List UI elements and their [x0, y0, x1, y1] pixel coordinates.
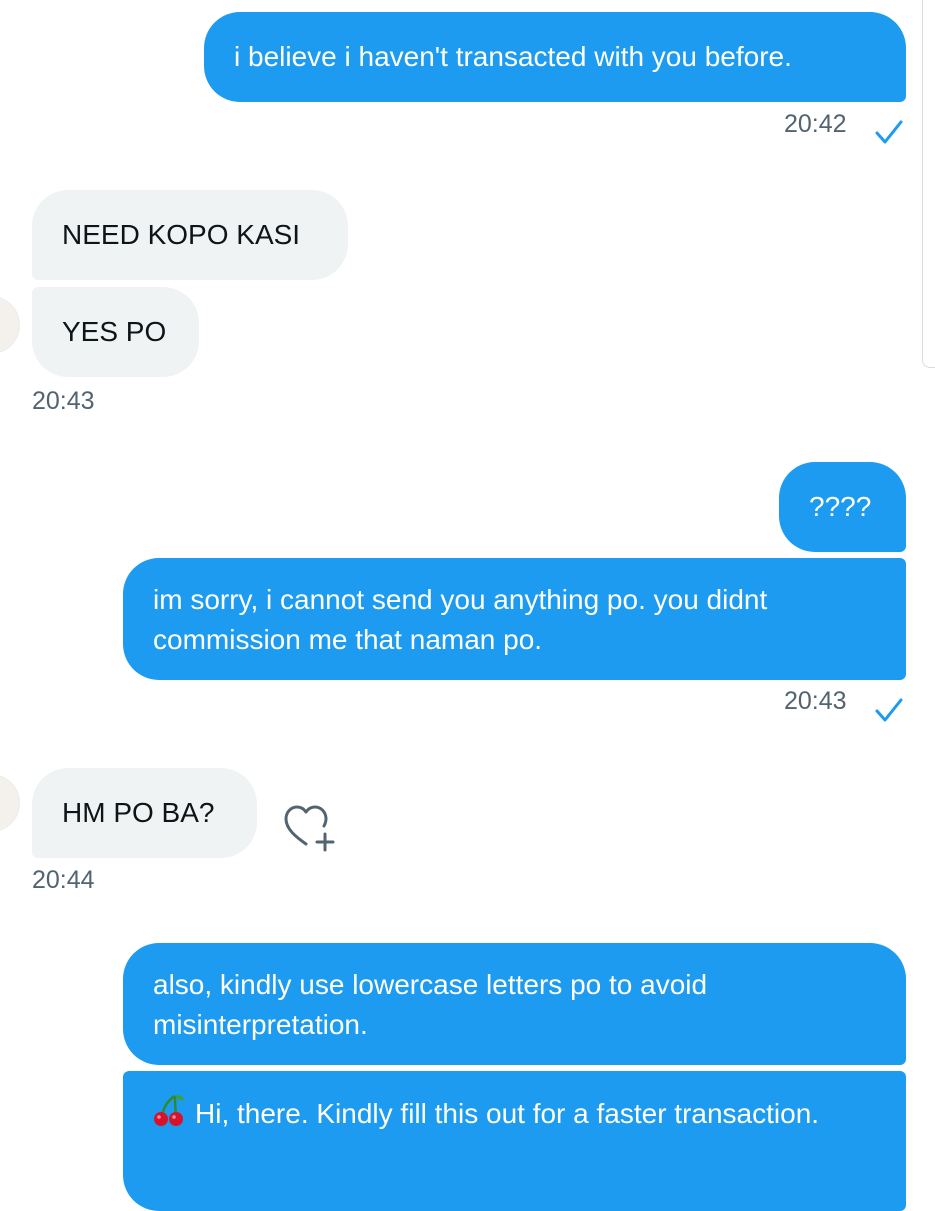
message-text: ???? [809, 491, 872, 522]
message-timestamp: 20:44 [32, 866, 95, 894]
message-text: NEED KOPO KASI [62, 219, 301, 250]
incoming-message[interactable]: YES PO [32, 287, 199, 377]
heart-add-icon[interactable] [282, 800, 340, 856]
checkmark-icon [875, 698, 903, 722]
message-text: YES PO [62, 316, 167, 347]
incoming-message[interactable]: NEED KOPO KASI [32, 190, 348, 280]
avatar[interactable] [0, 296, 20, 354]
scrollbar[interactable] [922, 0, 935, 368]
outgoing-message[interactable]: ???? [779, 462, 906, 552]
checkmark-icon [875, 120, 903, 144]
cherries-icon [154, 1094, 184, 1126]
outgoing-message[interactable]: Hi, there. Kindly fill this out for a fa… [123, 1071, 906, 1211]
avatar[interactable] [0, 774, 20, 832]
message-text: i believe i haven't transacted with you … [234, 41, 792, 72]
message-timestamp: 20:43 [784, 687, 847, 715]
message-text: im sorry, i cannot send you anything po.… [153, 584, 768, 655]
outgoing-message[interactable]: i believe i haven't transacted with you … [204, 12, 906, 102]
message-text: HM PO BA? [62, 797, 215, 828]
outgoing-message[interactable]: also, kindly use lowercase letters po to… [123, 943, 906, 1065]
message-text: Hi, there. Kindly fill this out for a fa… [195, 1098, 820, 1129]
message-timestamp: 20:42 [784, 110, 847, 138]
incoming-message[interactable]: HM PO BA? [32, 768, 257, 858]
outgoing-message[interactable]: im sorry, i cannot send you anything po.… [123, 558, 906, 680]
message-text: also, kindly use lowercase letters po to… [153, 969, 708, 1040]
message-timestamp: 20:43 [32, 387, 95, 415]
